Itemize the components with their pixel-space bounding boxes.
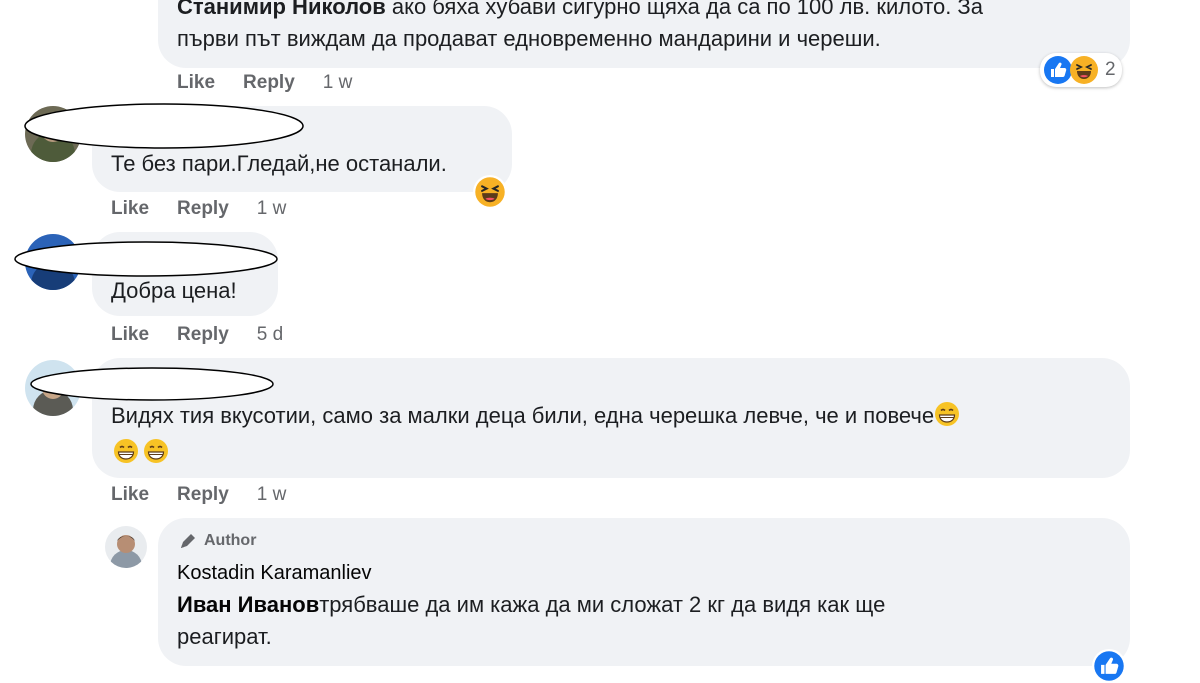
redaction-scribble xyxy=(24,103,304,149)
redaction-scribble xyxy=(30,367,274,401)
grin-icon xyxy=(935,402,960,426)
comment-actions: Like Reply 1 w xyxy=(177,72,352,94)
comment-author-name[interactable]: Станимир Николов xyxy=(177,0,386,19)
avatar-image xyxy=(105,526,147,568)
reply-text-line2: реагират. xyxy=(177,624,272,649)
comment-text: Те без пари.Гледай,не останали. xyxy=(111,151,447,176)
reply-button[interactable]: Reply xyxy=(177,198,229,220)
comment-timestamp[interactable]: 1 w xyxy=(257,198,287,220)
grin-icon xyxy=(114,439,138,463)
author-badge-label: Author xyxy=(204,532,257,549)
grin-icon xyxy=(144,439,168,463)
comment-timestamp[interactable]: 1 w xyxy=(323,72,353,94)
reply-button[interactable]: Reply xyxy=(177,484,229,506)
pen-icon xyxy=(181,534,195,548)
comment-actions: Like Reply 1 w xyxy=(111,484,286,506)
reply-button[interactable]: Reply xyxy=(243,72,295,94)
comment-text: Видях тия вкусотии, само за малки деца б… xyxy=(111,399,960,432)
reaction-count: 2 xyxy=(1105,59,1116,80)
like-icon[interactable] xyxy=(1092,649,1126,683)
reply-author-name[interactable]: Kostadin Karamanliev xyxy=(177,562,372,585)
comment-actions: Like Reply 5 d xyxy=(111,324,283,346)
author-badge: Author xyxy=(178,531,256,551)
comment-text-line2 xyxy=(113,436,169,469)
like-button[interactable]: Like xyxy=(111,324,149,346)
comment-text: Добра цена! xyxy=(111,278,237,303)
haha-icon xyxy=(1070,56,1098,84)
avatar[interactable] xyxy=(105,526,147,568)
comment-timestamp[interactable]: 1 w xyxy=(257,484,287,506)
reply-button[interactable]: Reply xyxy=(177,324,229,346)
reaction-summary[interactable]: 2 xyxy=(1040,53,1122,87)
like-button[interactable]: Like xyxy=(111,484,149,506)
comment-text-line2: първи път виждам да продават едновременн… xyxy=(177,26,881,51)
comment-text: Станимир Николов ако бяха хубави сигурно… xyxy=(177,0,983,23)
reply-text: Иван Ивановтрябваше да им кажа да ми сло… xyxy=(177,592,886,617)
comment-actions: Like Reply 1 w xyxy=(111,198,286,220)
mention-link[interactable]: Иван Иванов xyxy=(177,592,319,617)
like-button[interactable]: Like xyxy=(177,72,215,94)
comment-timestamp[interactable]: 5 d xyxy=(257,324,283,346)
haha-icon[interactable] xyxy=(473,175,507,209)
like-button[interactable]: Like xyxy=(111,198,149,220)
